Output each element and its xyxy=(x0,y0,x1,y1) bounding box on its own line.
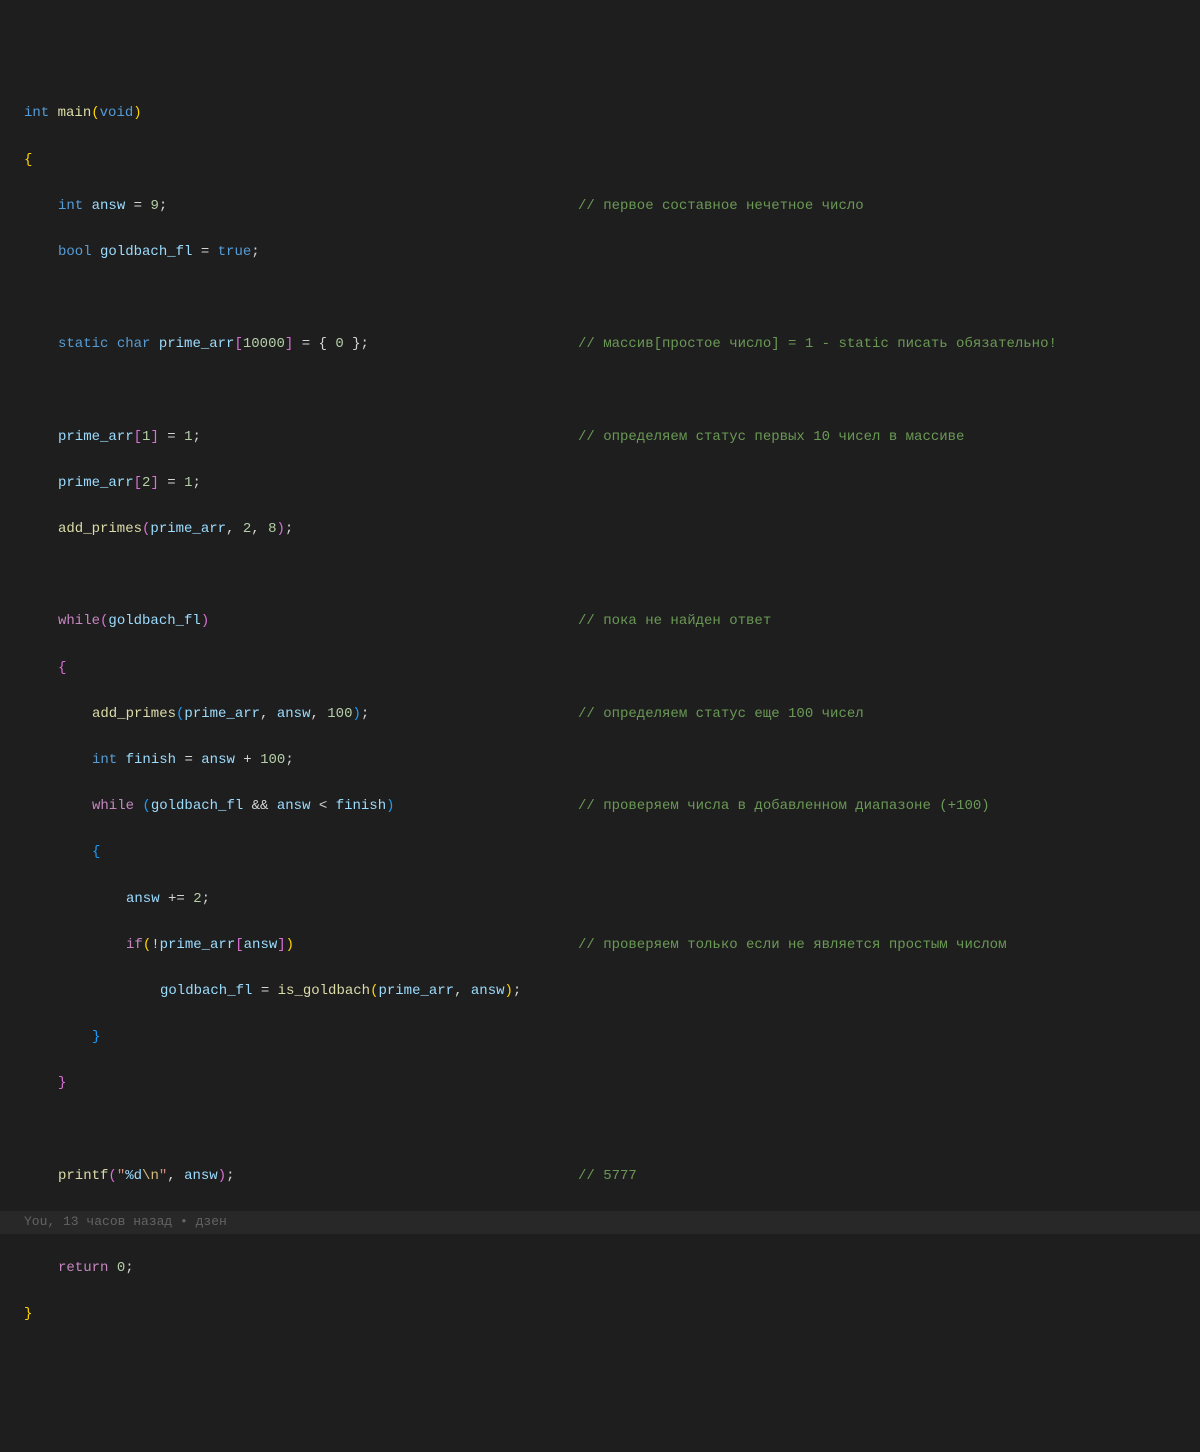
brace-open: { xyxy=(24,149,32,172)
code-line[interactable]: int main(void) xyxy=(24,102,1200,125)
code-line[interactable]: } xyxy=(24,1072,1200,1095)
code-line[interactable]: bool goldbach_fl = true; xyxy=(24,241,1200,264)
blank-line[interactable] xyxy=(24,287,1200,310)
code-line[interactable]: { xyxy=(24,657,1200,680)
code-line[interactable]: goldbach_fl = is_goldbach(prime_arr, ans… xyxy=(24,980,1200,1003)
code-line[interactable]: add_primes(prime_arr, 2, 8); xyxy=(24,518,1200,541)
codelens-line[interactable]: You, 13 часов назад • дзен xyxy=(0,1211,1200,1234)
code-line[interactable]: { xyxy=(24,841,1200,864)
code-line[interactable]: return 0; xyxy=(24,1257,1200,1280)
code-line[interactable]: add_primes(prime_arr, answ, 100);// опре… xyxy=(24,703,1200,726)
brace-close: } xyxy=(92,1026,100,1049)
code-line[interactable]: } xyxy=(24,1026,1200,1049)
brace-open: { xyxy=(92,841,100,864)
code-line[interactable]: prime_arr[2] = 1; xyxy=(24,472,1200,495)
blank-line[interactable] xyxy=(24,380,1200,403)
code-line[interactable]: while(goldbach_fl)// пока не найден отве… xyxy=(24,610,1200,633)
code-line[interactable]: answ += 2; xyxy=(24,888,1200,911)
code-line[interactable]: if(!prime_arr[answ])// проверяем только … xyxy=(24,934,1200,957)
code-line[interactable]: { xyxy=(24,149,1200,172)
code-line[interactable]: int answ = 9;// первое составное нечетно… xyxy=(24,195,1200,218)
code-line[interactable]: printf("%d\n", answ);// 5777 xyxy=(24,1165,1200,1188)
blank-line[interactable] xyxy=(24,1119,1200,1142)
code-line[interactable]: while (goldbach_fl && answ < finish)// п… xyxy=(24,795,1200,818)
brace-open: { xyxy=(58,657,66,680)
blank-line[interactable] xyxy=(24,564,1200,587)
code-line[interactable]: static char prime_arr[10000] = { 0 };// … xyxy=(24,333,1200,356)
code-line[interactable]: } xyxy=(24,1303,1200,1326)
code-line[interactable]: prime_arr[1] = 1;// определяем статус пе… xyxy=(24,426,1200,449)
brace-close: } xyxy=(24,1303,32,1326)
brace-close: } xyxy=(58,1072,66,1095)
code-line[interactable]: int finish = answ + 100; xyxy=(24,749,1200,772)
